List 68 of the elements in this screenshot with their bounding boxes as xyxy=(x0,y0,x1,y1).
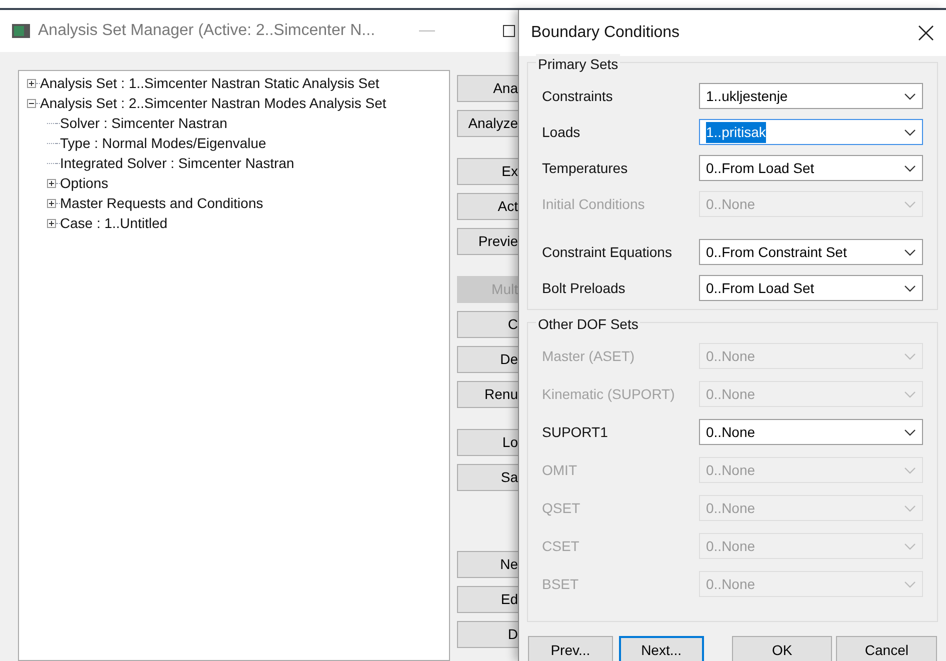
maximize-button[interactable] xyxy=(503,25,516,37)
expand-icon[interactable] xyxy=(47,198,56,208)
chevron-down-icon xyxy=(904,284,916,292)
chevron-down-icon xyxy=(904,428,916,436)
field-label: BSET xyxy=(542,574,579,594)
tree-item[interactable]: Analysis Set : 1..Simcenter Nastran Static Analysis Set xyxy=(40,72,380,94)
group-title: Primary Sets xyxy=(536,54,620,75)
side-button[interactable]: Previe xyxy=(457,228,519,255)
app-icon xyxy=(12,24,30,38)
window-title: Analysis Set Manager (Active: 2..Simcenter N... xyxy=(38,21,376,41)
dropdown[interactable]: 1..pritisak xyxy=(699,119,923,145)
chevron-down-icon xyxy=(904,580,916,588)
tree-item[interactable]: Solver : Simcenter Nastran xyxy=(60,112,228,134)
dropdown[interactable]: 0..None xyxy=(699,419,923,445)
field-label: Constraint Equations xyxy=(542,242,672,262)
chevron-down-icon xyxy=(904,92,916,100)
side-button[interactable]: Sa xyxy=(457,464,519,491)
expand-icon[interactable] xyxy=(27,78,36,88)
dialog-button[interactable]: Next... xyxy=(618,636,704,661)
tree-item[interactable]: Case : 1..Untitled xyxy=(60,212,168,234)
side-button[interactable]: Ed xyxy=(457,586,519,613)
side-button[interactable]: Lo xyxy=(457,429,519,456)
side-button[interactable]: Analyze xyxy=(457,110,519,137)
tree-item[interactable]: Analysis Set : 2..Simcenter Nastran Modes Analysis Set xyxy=(40,92,386,114)
chevron-down-icon xyxy=(904,164,916,172)
dropdown[interactable]: 1..ukljestenje xyxy=(699,83,923,109)
field-label: Master (ASET) xyxy=(542,346,635,366)
collapse-icon[interactable] xyxy=(27,98,36,108)
expand-icon[interactable] xyxy=(47,218,56,228)
field-label: Initial Conditions xyxy=(542,194,645,214)
field-label: Bolt Preloads xyxy=(542,278,626,298)
dropdown[interactable]: 0..From Load Set xyxy=(699,275,923,301)
tree-item[interactable]: Master Requests and Conditions xyxy=(60,192,264,214)
dialog-button[interactable]: OK xyxy=(732,636,832,661)
field-label: OMIT xyxy=(542,460,577,480)
dropdown[interactable]: 0..From Load Set xyxy=(699,155,923,181)
chevron-down-icon xyxy=(904,128,916,136)
dialog-button[interactable]: Prev... xyxy=(528,636,613,661)
field-label: QSET xyxy=(542,498,580,518)
expand-icon[interactable] xyxy=(47,178,56,188)
side-button[interactable]: Act xyxy=(457,193,519,220)
side-button[interactable]: De xyxy=(457,346,519,373)
side-button[interactable]: Ne xyxy=(457,551,519,578)
field-label: Loads xyxy=(542,122,580,142)
side-button[interactable]: Ex xyxy=(457,158,519,185)
side-button[interactable]: C xyxy=(457,311,519,338)
chevron-down-icon xyxy=(904,466,916,474)
side-button[interactable]: Ana xyxy=(457,75,519,102)
dropdown[interactable]: 0..From Constraint Set xyxy=(699,239,923,265)
side-button[interactable]: Renu xyxy=(457,381,519,408)
side-button[interactable]: D xyxy=(457,621,519,648)
field-label: Temperatures xyxy=(542,158,628,178)
chevron-down-icon xyxy=(904,352,916,360)
chevron-down-icon xyxy=(904,542,916,550)
dialog-button[interactable]: Cancel xyxy=(836,636,938,661)
tree-item[interactable]: Type : Normal Modes/Eigenvalue xyxy=(60,132,266,154)
chevron-down-icon xyxy=(904,248,916,256)
tree-item[interactable]: Options xyxy=(60,172,108,194)
close-icon[interactable] xyxy=(918,25,934,41)
chevron-down-icon xyxy=(904,504,916,512)
field-label: SUPORT1 xyxy=(542,422,608,442)
field-label: Constraints xyxy=(542,86,613,106)
tree-item[interactable]: Integrated Solver : Simcenter Nastran xyxy=(60,152,294,174)
field-label: Kinematic (SUPORT) xyxy=(542,384,675,404)
dialog-title: Boundary Conditions xyxy=(531,23,680,43)
chevron-down-icon xyxy=(904,200,916,208)
chevron-down-icon xyxy=(904,390,916,398)
field-label: CSET xyxy=(542,536,580,556)
